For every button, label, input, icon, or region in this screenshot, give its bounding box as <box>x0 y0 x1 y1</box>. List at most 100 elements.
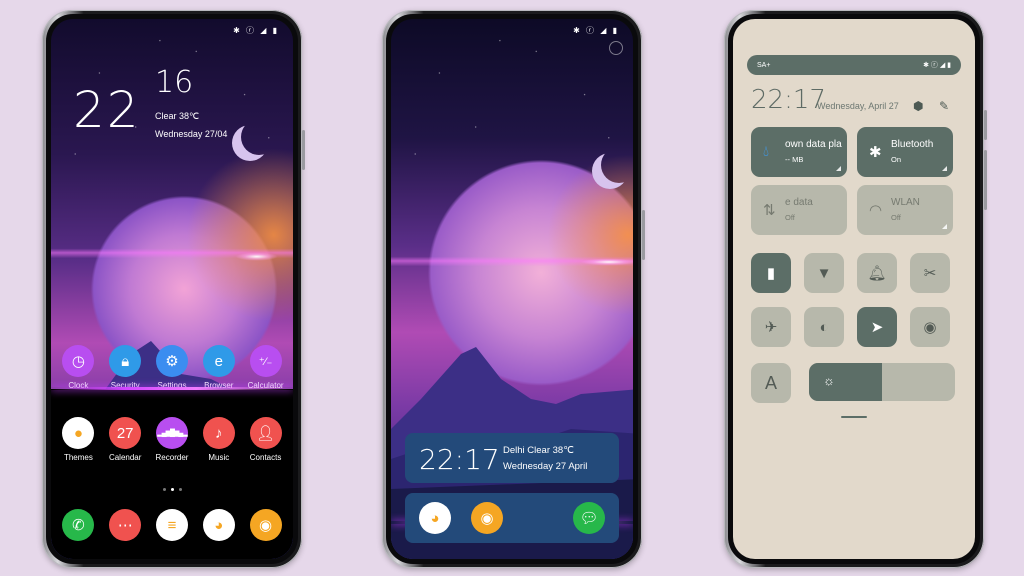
calendar-icon: 27 <box>109 417 142 449</box>
calculator-icon: ⁺⁄₋ <box>249 345 282 377</box>
tile-title: WLAN <box>891 197 920 208</box>
toggle-dark-mode[interactable]: ◐ <box>804 307 844 347</box>
app-themes[interactable]: ● Themes <box>55 417 101 462</box>
app-contacts[interactable]: 👤︎ Contacts <box>243 417 289 462</box>
tile-title: e data <box>785 197 813 208</box>
app-browser[interactable]: e Browser <box>196 345 242 390</box>
dock: ✆ ⋯ ≡ ◕ ◉ <box>51 509 293 541</box>
page-indicator[interactable] <box>51 488 293 491</box>
vibrate-icon: ▮ <box>766 265 776 282</box>
drag-handle[interactable] <box>841 416 867 418</box>
flashlight-icon: ▼ <box>816 264 832 282</box>
app-gallery-app[interactable]: ◕ <box>419 502 451 534</box>
location-icon: ➤ <box>870 319 884 336</box>
phone-icon: ✆ <box>62 509 95 541</box>
gallery-icon: ◕ <box>202 509 235 541</box>
date-text: Wednesday 27/04 <box>155 129 228 139</box>
toggle-airplane[interactable]: ✈ <box>751 307 791 347</box>
tile-wifi[interactable]: ◠ WLAN Off <box>857 185 953 235</box>
app-music[interactable]: ♪ Music <box>196 417 242 462</box>
clock-icon: ◷ <box>62 345 95 377</box>
toggle-location[interactable]: ➤ <box>857 307 897 347</box>
page-dot[interactable] <box>170 488 174 491</box>
widget-date: Wednesday 27 April <box>503 461 588 472</box>
brightness-slider[interactable]: ☼ <box>809 363 955 401</box>
themes-icon: ● <box>62 417 95 449</box>
toggle-vibrate[interactable]: ▮ <box>751 253 791 293</box>
camera-icon: ◉ <box>471 502 503 534</box>
eye-icon: ◉ <box>923 319 937 336</box>
app-gallery-app[interactable]: ◕ <box>196 509 242 541</box>
browser-icon: e <box>202 345 235 377</box>
auto-brightness-button[interactable]: A <box>751 363 791 403</box>
tile-data-drop[interactable]: 💧︎ own data pla -- MB <box>751 127 847 177</box>
widget-screen: ✱ ⓡ ◢ ▮ 22:17 Delhi Clear 38℃ Wednesday … <box>391 19 633 559</box>
cc-time: 22:17 <box>751 85 826 115</box>
carrier-label: SA+ <box>757 61 771 69</box>
brightness-fill <box>809 363 882 401</box>
app-row-1: ◷ Clock 🔒︎ Security ⚙ Settings e Browser ⁺⁄₋ Calc… <box>51 345 293 390</box>
control-center: SA+ ✱ ⓡ ◢ ▮ 22:17 Wednesday, April 27 ⬢ … <box>733 19 975 559</box>
tile-subtitle: On <box>891 155 902 164</box>
expand-corner-icon[interactable] <box>942 166 947 171</box>
toggle-reading-mode[interactable]: ◉ <box>910 307 950 347</box>
status-bar: SA+ ✱ ⓡ ◢ ▮ <box>747 55 961 75</box>
edit-icon[interactable]: ✎ <box>939 99 949 113</box>
status-icons: ✱ ⓡ ◢ ▮ <box>923 62 951 69</box>
glow-divider <box>51 387 293 390</box>
mobile-data-icon: ⇅ <box>763 202 776 219</box>
app-notes-app[interactable]: ≡ <box>149 509 195 541</box>
app-dock-widget: ◕ ◉ 💬︎ <box>405 493 619 543</box>
app-clock[interactable]: ◷ Clock <box>55 345 101 390</box>
bell-icon: 🔔︎ <box>867 265 887 282</box>
tile-subtitle: -- MB <box>785 155 804 164</box>
app-recorder[interactable]: ▂▄▆█▆▄▂ Recorder <box>149 417 195 462</box>
toggle-screenshot[interactable]: ✂ <box>910 253 950 293</box>
data-drop-icon: 💧︎ <box>763 143 770 160</box>
weather-text: Clear 38℃ <box>155 111 200 121</box>
expand-corner-icon[interactable] <box>836 166 841 171</box>
widget-time: 22:17 <box>419 443 500 476</box>
app-label: Contacts <box>249 453 282 462</box>
tile-subtitle: Off <box>785 213 795 222</box>
app-messages-app[interactable]: ⋯ <box>102 509 148 541</box>
phone-widget-screen: ✱ ⓡ ◢ ▮ 22:17 Delhi Clear 38℃ Wednesday … <box>382 10 645 568</box>
music-icon: ♪ <box>202 417 235 449</box>
app-camera-app[interactable]: ◉ <box>471 502 503 534</box>
app-camera-app[interactable]: ◉ <box>243 509 289 541</box>
app-phone-app[interactable]: ✆ <box>55 509 101 541</box>
settings-gear-icon[interactable]: ⬢ <box>913 99 923 113</box>
gallery-icon: ◕ <box>419 502 451 534</box>
app-calendar[interactable]: 27 Calendar <box>102 417 148 462</box>
tile-mobile-data[interactable]: ⇅ e data Off <box>751 185 847 235</box>
page-dot[interactable] <box>178 488 182 491</box>
toggle-mute[interactable]: 🔔︎ <box>857 253 897 293</box>
status-bar: ✱ ⓡ ◢ ▮ <box>233 26 279 35</box>
app-row-2: ● Themes 27 Calendar ▂▄▆█▆▄▂ Recorder ♪ Music 👤︎… <box>51 417 293 462</box>
app-label: Themes <box>63 453 93 462</box>
expand-corner-icon[interactable] <box>942 224 947 229</box>
app-calculator[interactable]: ⁺⁄₋ Calculator <box>243 345 289 390</box>
contacts-icon: 👤︎ <box>249 417 282 449</box>
status-bar: ✱ ⓡ ◢ ▮ <box>573 26 619 35</box>
app-wechat-app[interactable]: 💬︎ <box>573 502 605 534</box>
app-settings[interactable]: ⚙ Settings <box>149 345 195 390</box>
tile-subtitle: Off <box>891 213 901 222</box>
wifi-icon: ◠ <box>869 202 883 219</box>
lock-icon: 🔒︎ <box>109 345 142 377</box>
toggle-flashlight[interactable]: ▼ <box>804 253 844 293</box>
gear-icon: ⚙ <box>155 345 188 377</box>
page-dot[interactable] <box>162 488 166 491</box>
moon-graphic <box>241 119 277 155</box>
app-label: Music <box>208 453 230 462</box>
notes-icon: ≡ <box>155 509 188 541</box>
phone-control-center: SA+ ✱ ⓡ ◢ ▮ 22:17 Wednesday, April 27 ⬢ … <box>724 10 987 568</box>
app-security[interactable]: 🔒︎ Security <box>102 345 148 390</box>
clock-weather-widget[interactable]: 22:17 Delhi Clear 38℃ Wednesday 27 April <box>405 433 619 483</box>
tile-bluetooth[interactable]: ✱ Bluetooth On <box>857 127 953 177</box>
widget-weather: Delhi Clear 38℃ <box>503 445 574 456</box>
clock-hour: 22 <box>73 81 141 139</box>
camera-lens-icon <box>609 41 623 55</box>
contrast-icon: ◐ <box>819 318 829 336</box>
app-label: Recorder <box>155 453 189 462</box>
